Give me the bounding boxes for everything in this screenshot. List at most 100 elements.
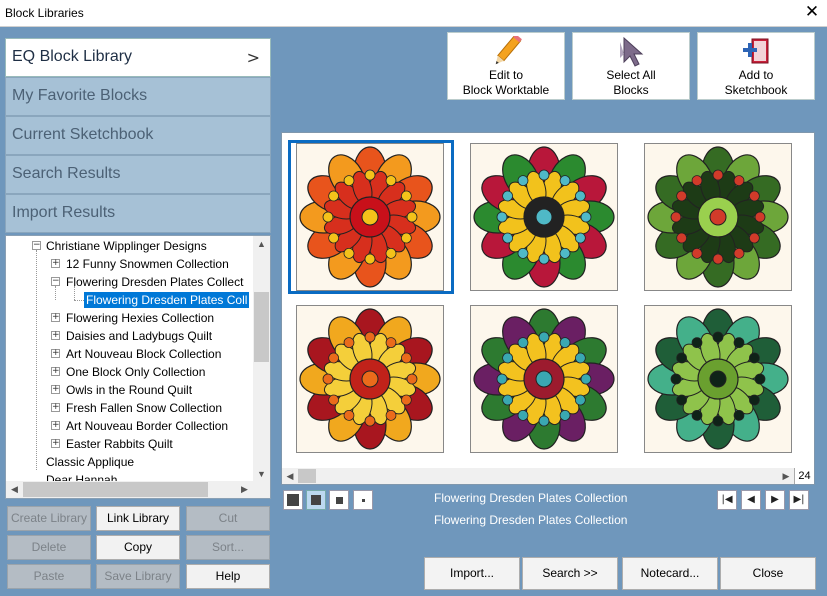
block-thumbnail[interactable] — [470, 305, 618, 453]
notecard-button[interactable]: Notecard... — [622, 557, 718, 590]
scroll-left-icon[interactable]: ◀ — [6, 481, 23, 498]
expand-icon[interactable]: + — [51, 349, 60, 358]
tree-item[interactable]: + Daisies and Ladybugs Quilt — [6, 327, 256, 345]
expand-icon[interactable]: + — [51, 403, 60, 412]
cursor-icon — [620, 36, 644, 67]
window-title: Block Libraries — [5, 6, 84, 20]
tree-item[interactable]: + Art Nouveau Border Collection — [6, 417, 256, 435]
expand-icon[interactable]: + — [51, 367, 60, 376]
chevron-right-icon: > — [246, 48, 260, 67]
expand-icon[interactable]: + — [51, 421, 60, 430]
expand-icon[interactable]: + — [51, 259, 60, 268]
tree-item[interactable]: + Easter Rabbits Quilt — [6, 435, 256, 453]
link-library-button[interactable]: Link Library — [96, 506, 180, 531]
block-thumbnail[interactable] — [296, 143, 444, 291]
save-library-button[interactable]: Save Library — [96, 564, 180, 589]
tree-item-label: Art Nouveau Border Collection — [66, 419, 229, 433]
sort-button[interactable]: Sort... — [186, 535, 270, 560]
tree-item[interactable]: + Flowering Hexies Collection — [6, 309, 256, 327]
copy-button[interactable]: Copy — [96, 535, 180, 560]
library-tree[interactable]: − Christiane Wipplinger Designs + 12 Fun… — [5, 235, 271, 499]
tree-vertical-scrollbar[interactable]: ▲ ▼ — [253, 236, 270, 483]
tree-item[interactable]: + 12 Funny Snowmen Collection — [6, 255, 256, 273]
edit-to-block-worktable-button[interactable]: Edit to Block Worktable — [447, 32, 565, 100]
tree-item-label: Classic Applique — [46, 455, 135, 469]
tree-item[interactable]: + Art Nouveau Block Collection — [6, 345, 256, 363]
help-button[interactable]: Help — [186, 564, 270, 589]
library-tab-my-favorite-blocks[interactable]: My Favorite Blocks — [5, 77, 271, 116]
import-button[interactable]: Import... — [424, 557, 520, 590]
scroll-thumb[interactable] — [23, 482, 208, 497]
library-tab-label: Search Results — [12, 165, 121, 182]
expand-icon[interactable]: + — [51, 439, 60, 448]
collapse-icon[interactable]: − — [32, 241, 41, 250]
tree-item-label: Flowering Dresden Plates Collect — [66, 275, 244, 289]
tree-item-label: Easter Rabbits Quilt — [66, 437, 173, 451]
cut-button[interactable]: Cut — [186, 506, 270, 531]
tree-item[interactable]: + Fresh Fallen Snow Collection — [6, 399, 256, 417]
select-label-line1: Select All — [606, 68, 656, 82]
flower-block-icon — [647, 146, 789, 288]
block-thumbnail[interactable] — [644, 305, 792, 453]
tree-item[interactable]: − Flowering Dresden Plates Collect — [6, 273, 256, 291]
scroll-left-icon[interactable]: ◀ — [282, 468, 298, 484]
library-tab-label: Import Results — [12, 204, 116, 221]
scroll-up-icon[interactable]: ▲ — [253, 236, 270, 253]
paste-button[interactable]: Paste — [7, 564, 91, 589]
expand-icon[interactable]: + — [51, 313, 60, 322]
tree-item-label: One Block Only Collection — [66, 365, 206, 379]
library-tab-search-results[interactable]: Search Results — [5, 155, 271, 194]
library-name-text: Flowering Dresden Plates Collection — [434, 491, 628, 505]
first-page-icon[interactable]: |◀ — [717, 490, 737, 510]
tree-horizontal-scrollbar[interactable]: ◀ ▶ — [6, 481, 270, 498]
close-button[interactable]: Close — [720, 557, 816, 590]
scroll-right-icon[interactable]: ▶ — [778, 468, 794, 484]
scroll-right-icon[interactable]: ▶ — [236, 481, 253, 498]
last-page-icon[interactable]: ▶| — [789, 490, 809, 510]
tree-item[interactable]: Classic Applique — [6, 453, 256, 471]
flower-block-icon — [299, 308, 441, 450]
edit-label-line1: Edit to — [488, 68, 524, 82]
select-all-blocks-button[interactable]: Select All Blocks — [572, 32, 690, 100]
library-tab-import-results[interactable]: Import Results — [5, 194, 271, 233]
pencil-icon — [495, 36, 522, 65]
block-thumbnail[interactable] — [296, 305, 444, 453]
collapse-icon[interactable]: − — [51, 277, 60, 286]
add-label-line2: Sketchbook — [724, 83, 788, 97]
library-tab-eq-block-library[interactable]: EQ Block Library > — [5, 38, 271, 77]
previous-page-icon[interactable]: ◀ — [741, 490, 761, 510]
close-icon[interactable]: ✕ — [804, 2, 820, 22]
expand-icon[interactable]: + — [51, 385, 60, 394]
tree-item-label: 12 Funny Snowmen Collection — [66, 257, 229, 271]
delete-button[interactable]: Delete — [7, 535, 91, 560]
thumbnail-size-medium-button[interactable] — [306, 490, 326, 510]
tree-item-label: Art Nouveau Block Collection — [66, 347, 222, 361]
library-tab-label: My Favorite Blocks — [12, 87, 148, 104]
tree-item-selected[interactable]: Flowering Dresden Plates Coll — [6, 291, 256, 309]
tree-item-label: Daisies and Ladybugs Quilt — [66, 329, 213, 343]
select-label-line2: Blocks — [613, 83, 649, 97]
scroll-thumb[interactable] — [298, 469, 316, 483]
create-library-button[interactable]: Create Library — [7, 506, 91, 531]
block-count: 24 — [794, 468, 814, 484]
tree-item[interactable]: − Christiane Wipplinger Designs — [6, 237, 256, 255]
title-bar: Block Libraries ✕ — [0, 0, 827, 27]
gallery-horizontal-scrollbar[interactable]: ◀ ▶ 24 — [282, 468, 814, 484]
add-to-sketchbook-icon — [743, 38, 769, 64]
library-tab-current-sketchbook[interactable]: Current Sketchbook — [5, 116, 271, 155]
next-page-icon[interactable]: ▶ — [765, 490, 785, 510]
tree-item[interactable]: + One Block Only Collection — [6, 363, 256, 381]
thumbnail-size-tiny-button[interactable] — [353, 490, 373, 510]
tree-item[interactable]: + Owls in the Round Quilt — [6, 381, 256, 399]
thumbnail-size-large-button[interactable] — [283, 490, 303, 510]
library-tab-label: Current Sketchbook — [12, 126, 154, 143]
thumbnail-size-small-button[interactable] — [329, 490, 349, 510]
scroll-thumb[interactable] — [254, 292, 269, 362]
block-thumbnail[interactable] — [644, 143, 792, 291]
expand-icon[interactable]: + — [51, 331, 60, 340]
add-to-sketchbook-button[interactable]: Add to Sketchbook — [697, 32, 815, 100]
block-gallery[interactable]: ◀ ▶ 24 — [281, 132, 815, 485]
add-label-line1: Add to — [738, 68, 774, 82]
search-button[interactable]: Search >> — [522, 557, 618, 590]
block-thumbnail[interactable] — [470, 143, 618, 291]
